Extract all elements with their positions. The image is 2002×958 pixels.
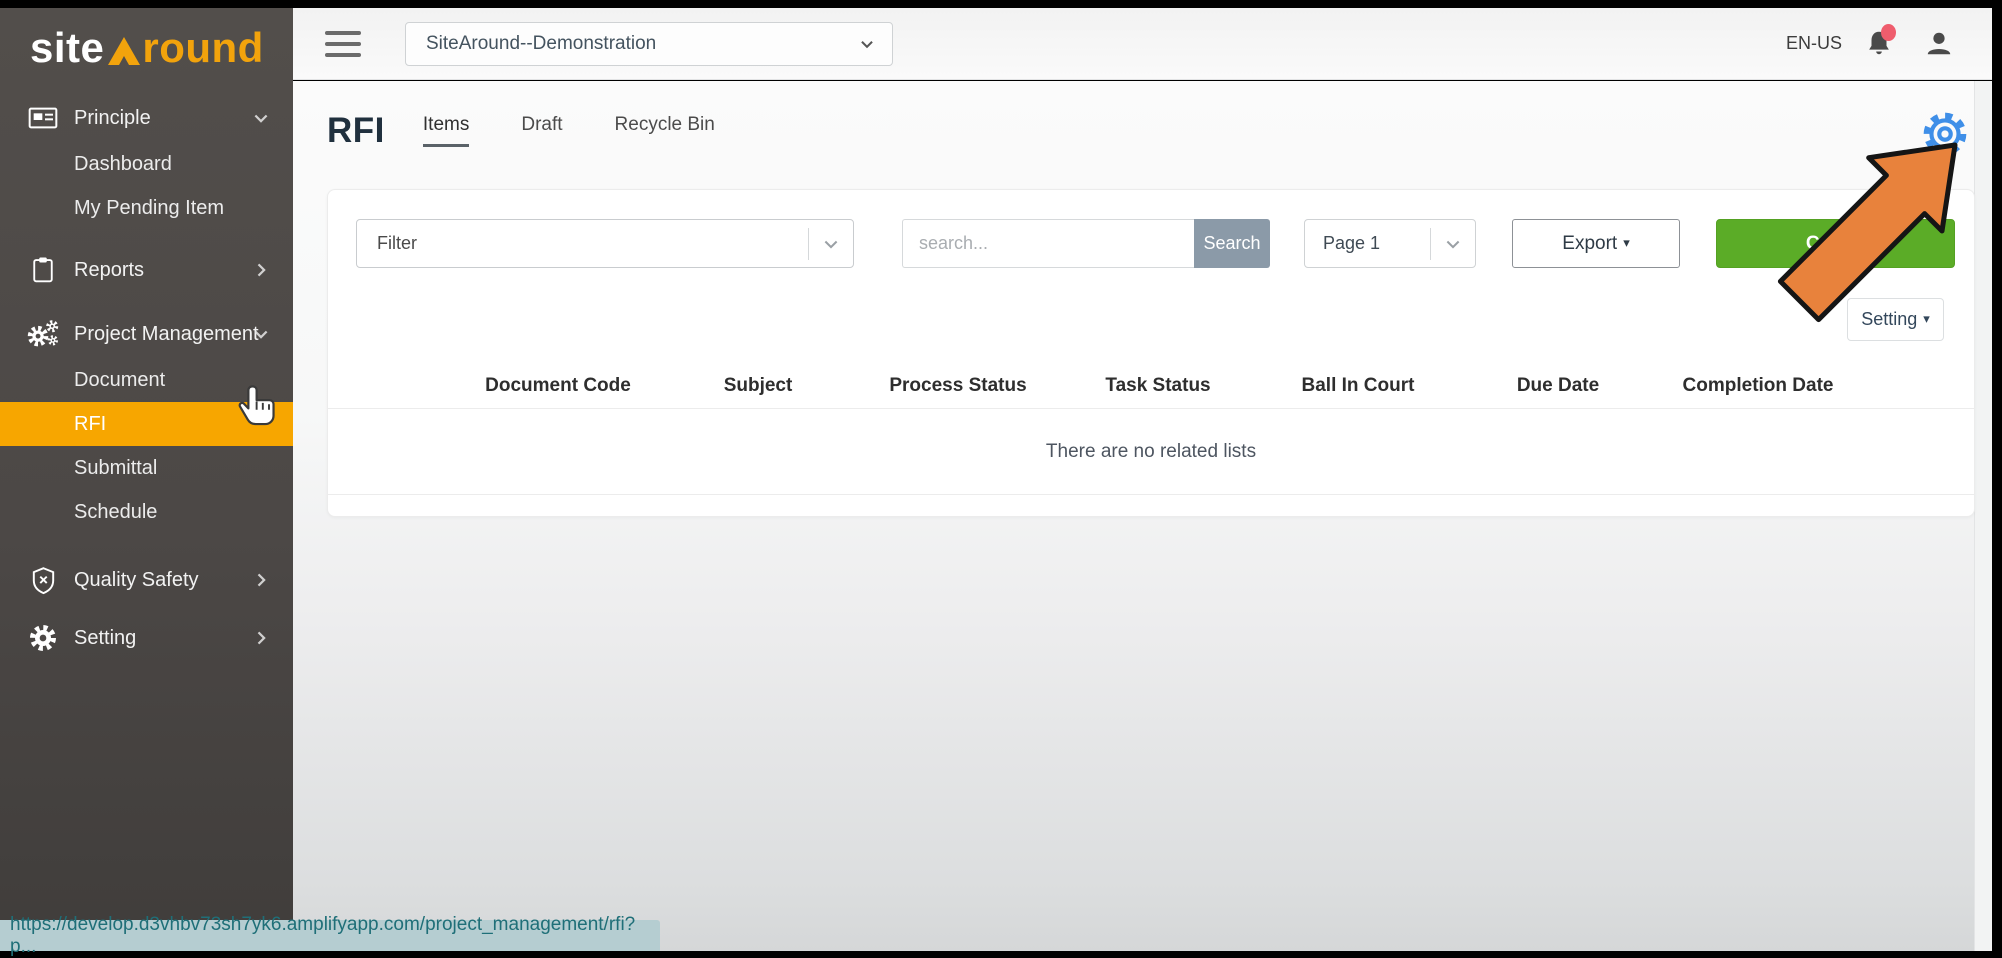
caret-down-icon: ▾ <box>1623 235 1630 250</box>
topbar-right: EN-US <box>1786 28 1956 60</box>
language-selector[interactable]: EN-US <box>1786 33 1842 54</box>
sidebar-item-label: Setting <box>74 627 136 650</box>
chevron-down-icon <box>251 324 271 344</box>
chevron-right-icon <box>251 628 271 648</box>
screenshot-stage: site round Principle Dashboard My Pendin… <box>0 0 2002 958</box>
shield-x-icon <box>26 563 60 597</box>
sidebar-item-label: Principle <box>74 107 151 130</box>
setting-row: Setting ▾ <box>328 298 1944 341</box>
clipboard-icon <box>26 253 60 287</box>
page-settings-gear-icon[interactable] <box>1920 109 1970 159</box>
column-header-due-date[interactable]: Due Date <box>1458 375 1658 397</box>
column-header-document-code[interactable]: Document Code <box>458 375 658 397</box>
sidebar-item-schedule[interactable]: Schedule <box>0 490 293 534</box>
column-header-task-status[interactable]: Task Status <box>1058 375 1258 397</box>
sidebar-item-reports[interactable]: Reports <box>0 246 293 294</box>
topbar: SiteAround--Demonstration EN-US <box>293 8 1992 80</box>
export-button-label: Export <box>1562 233 1617 254</box>
notifications-bell-icon[interactable] <box>1864 28 1896 60</box>
table-empty-row: There are no related lists <box>328 409 1974 495</box>
filter-select[interactable]: Filter <box>356 219 854 268</box>
sidebar-item-document[interactable]: Document <box>0 358 293 402</box>
sidebar-item-label: Dashboard <box>74 153 172 176</box>
column-header-ball-in-court[interactable]: Ball In Court <box>1258 375 1458 397</box>
sidebar-item-principle[interactable]: Principle <box>0 94 293 142</box>
sidebar-item-label: Quality Safety <box>74 569 199 592</box>
sidebar-item-my-pending-item[interactable]: My Pending Item <box>0 186 293 230</box>
tab-items[interactable]: Items <box>423 114 469 147</box>
chevron-down-icon <box>809 234 853 254</box>
status-url-text: https://develop.d3vhbv73sh7yk6.amplifyap… <box>10 914 660 958</box>
sidebar-menu: Principle Dashboard My Pending Item Repo… <box>0 94 293 662</box>
notification-badge <box>1881 24 1896 41</box>
tab-recycle-bin[interactable]: Recycle Bin <box>615 114 715 147</box>
sidebar-item-rfi[interactable]: RFI <box>0 402 293 446</box>
column-header-subject[interactable]: Subject <box>658 375 858 397</box>
sidebar-item-label: RFI <box>74 413 106 436</box>
sidebar: site round Principle Dashboard My Pendin… <box>0 8 293 951</box>
table-setting-button[interactable]: Setting ▾ <box>1847 298 1944 341</box>
page-select-value: Page 1 <box>1305 233 1430 254</box>
chevron-right-icon <box>251 260 271 280</box>
main-content: RFI Items Draft Recycle Bin Filter <box>293 81 1992 951</box>
chevron-right-icon <box>251 570 271 590</box>
sidebar-item-label: My Pending Item <box>74 197 224 220</box>
page-header: RFI Items Draft Recycle Bin <box>327 111 767 151</box>
tab-bar: Items Draft Recycle Bin <box>423 114 767 147</box>
sidebar-item-submittal[interactable]: Submittal <box>0 446 293 490</box>
sidebar-item-quality-safety[interactable]: Quality Safety <box>0 556 293 604</box>
hamburger-menu-icon[interactable] <box>325 31 361 57</box>
logo-triangle-icon <box>107 36 141 66</box>
logo-text-round: round <box>142 24 263 72</box>
search-button[interactable]: Search <box>1194 219 1270 268</box>
export-button[interactable]: Export ▾ <box>1512 219 1680 268</box>
table-header-row: Document Code Subject Process Status Tas… <box>328 363 1974 409</box>
page-title: RFI <box>327 111 385 151</box>
sidebar-item-label: Project Management <box>74 323 259 346</box>
chevron-down-icon <box>251 108 271 128</box>
caret-down-icon: ▾ <box>1923 311 1930 326</box>
column-header-completion-date[interactable]: Completion Date <box>1658 375 1858 397</box>
logo-text-site: site <box>30 24 104 72</box>
empty-state-message: There are no related lists <box>1046 441 1256 463</box>
sidebar-item-setting[interactable]: Setting <box>0 614 293 662</box>
user-account-icon[interactable] <box>1924 28 1956 60</box>
setting-button-label: Setting <box>1861 309 1917 329</box>
sidebar-item-project-management[interactable]: Project Management <box>0 310 293 358</box>
status-url-tooltip: https://develop.d3vhbv73sh7yk6.amplifyap… <box>0 920 660 951</box>
filter-select-value: Filter <box>357 233 808 254</box>
project-selector-value: SiteAround--Demonstration <box>426 33 656 55</box>
app-logo[interactable]: site round <box>0 8 293 72</box>
chevron-down-icon <box>858 35 876 53</box>
rfi-list-card: Filter Search Page 1 <box>327 189 1975 517</box>
search-group: Search <box>902 219 1270 268</box>
column-header-process-status[interactable]: Process Status <box>858 375 1058 397</box>
create-button[interactable]: Create <box>1716 219 1955 268</box>
project-selector[interactable]: SiteAround--Demonstration <box>405 22 893 66</box>
toolbar: Filter Search Page 1 <box>356 219 1974 268</box>
gear-icon <box>26 621 60 655</box>
gears-icon <box>26 317 60 351</box>
sidebar-item-label: Document <box>74 369 165 392</box>
id-card-icon <box>26 101 60 135</box>
scrollbar[interactable] <box>1974 81 1992 951</box>
search-input[interactable] <box>902 219 1194 268</box>
chevron-down-icon <box>1431 234 1475 254</box>
sidebar-item-label: Reports <box>74 259 144 282</box>
sidebar-item-label: Schedule <box>74 501 157 524</box>
sidebar-item-dashboard[interactable]: Dashboard <box>0 142 293 186</box>
tab-draft[interactable]: Draft <box>521 114 562 147</box>
sidebar-item-label: Submittal <box>74 457 157 480</box>
page-select[interactable]: Page 1 <box>1304 219 1476 268</box>
